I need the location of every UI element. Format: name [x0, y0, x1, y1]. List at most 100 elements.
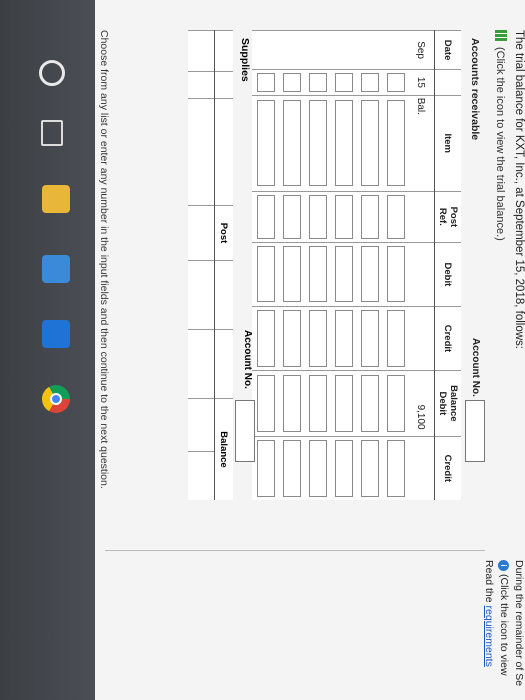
balance-debit-cell[interactable]: [278, 370, 304, 437]
item-cell[interactable]: [356, 95, 382, 192]
day-input[interactable]: [387, 73, 406, 92]
day-input[interactable]: [361, 73, 380, 92]
balance-credit-input[interactable]: [361, 440, 380, 497]
chrome-icon[interactable]: [42, 385, 70, 413]
side-info-line[interactable]: i (Click the icon to view: [498, 560, 510, 700]
task-view-icon[interactable]: [41, 120, 63, 146]
trial-balance-link[interactable]: (Click the icon to view the trial balanc…: [494, 30, 507, 241]
post-cell[interactable]: [252, 191, 278, 243]
item-cell[interactable]: [278, 95, 304, 192]
balance-debit-input[interactable]: [361, 374, 380, 433]
post-ref-input[interactable]: [283, 194, 302, 240]
item-input[interactable]: [335, 100, 354, 187]
info-icon[interactable]: i: [498, 560, 509, 571]
credit-cell[interactable]: [382, 306, 408, 371]
credit-cell[interactable]: [252, 306, 278, 371]
day-cell[interactable]: [304, 69, 330, 96]
store-icon[interactable]: [42, 255, 70, 283]
debit-input[interactable]: [361, 246, 380, 303]
balance-debit-cell[interactable]: [382, 370, 408, 437]
credit-input[interactable]: [387, 310, 406, 367]
item-cell[interactable]: [382, 95, 408, 192]
day-input[interactable]: [335, 73, 354, 92]
balance-credit-cell[interactable]: [278, 436, 304, 500]
credit-cell[interactable]: [304, 306, 330, 371]
post-cell[interactable]: [278, 191, 304, 243]
item-cell[interactable]: [330, 95, 356, 192]
credit-input[interactable]: [309, 310, 328, 367]
post-ref-input[interactable]: [335, 194, 354, 240]
credit-input[interactable]: [361, 310, 380, 367]
day-cell[interactable]: [356, 69, 382, 96]
side-info-text[interactable]: (Click the icon to view: [498, 574, 510, 676]
debit-cell[interactable]: [304, 242, 330, 307]
balance-debit-input[interactable]: [309, 374, 328, 433]
debit-cell[interactable]: [356, 242, 382, 307]
balance-debit-input[interactable]: [335, 374, 354, 433]
item-input[interactable]: [309, 100, 328, 187]
day-cell[interactable]: [382, 69, 408, 96]
balance-debit-cell[interactable]: [356, 370, 382, 437]
debit-input[interactable]: [309, 246, 328, 303]
post-ref-input[interactable]: [257, 194, 276, 240]
day-cell[interactable]: [252, 69, 278, 96]
requirements-link[interactable]: requirements: [483, 606, 495, 667]
day-cell[interactable]: [330, 69, 356, 96]
debit-cell[interactable]: [278, 242, 304, 307]
day-input[interactable]: [309, 73, 328, 92]
balance-credit-cell[interactable]: [252, 436, 278, 500]
balance-debit-cell[interactable]: [330, 370, 356, 437]
debit-input[interactable]: [387, 246, 406, 303]
debit-cell[interactable]: [382, 242, 408, 307]
credit-cell[interactable]: [356, 306, 382, 371]
post-ref-input[interactable]: [387, 194, 406, 240]
post-ref-input[interactable]: [361, 194, 380, 240]
item-input[interactable]: [361, 100, 380, 187]
mail-icon[interactable]: [42, 320, 70, 348]
credit-cell[interactable]: [278, 306, 304, 371]
file-explorer-icon[interactable]: [42, 185, 70, 213]
balance-credit-cell[interactable]: [356, 436, 382, 500]
credit-cell[interactable]: [330, 306, 356, 371]
post-cell[interactable]: [330, 191, 356, 243]
item-input[interactable]: [257, 100, 276, 187]
balance-credit-cell[interactable]: [304, 436, 330, 500]
balance-debit-input[interactable]: [257, 374, 276, 433]
balance-credit-input[interactable]: [283, 440, 302, 497]
debit-input[interactable]: [335, 246, 354, 303]
post-cell[interactable]: [304, 191, 330, 243]
day-input[interactable]: [283, 73, 302, 92]
month-cell: [188, 30, 215, 72]
post-cell[interactable]: [356, 191, 382, 243]
item-input[interactable]: [283, 100, 302, 187]
balance-debit-input[interactable]: [283, 374, 302, 433]
day-cell[interactable]: [278, 69, 304, 96]
supplies-account-no-input[interactable]: [235, 400, 255, 462]
balance-debit-input[interactable]: [387, 374, 406, 433]
balance-debit-cell[interactable]: [252, 370, 278, 437]
credit-input[interactable]: [335, 310, 354, 367]
item-input[interactable]: [387, 100, 406, 187]
balance-credit-cell[interactable]: [382, 436, 408, 500]
balance-credit-input[interactable]: [309, 440, 328, 497]
balance-credit-input[interactable]: [387, 440, 406, 497]
debit-input[interactable]: [257, 246, 276, 303]
cortana-icon[interactable]: [39, 60, 65, 86]
post-cell[interactable]: [382, 191, 408, 243]
item-cell[interactable]: [252, 95, 278, 192]
account-no-input[interactable]: [465, 400, 485, 462]
balance-debit-cell[interactable]: [304, 370, 330, 437]
balance-credit-input[interactable]: [257, 440, 276, 497]
debit-input[interactable]: [283, 246, 302, 303]
grid-icon[interactable]: [495, 30, 507, 42]
debit-cell[interactable]: [252, 242, 278, 307]
item-cell[interactable]: [304, 95, 330, 192]
credit-input[interactable]: [283, 310, 302, 367]
balance-credit-input[interactable]: [335, 440, 354, 497]
debit-cell[interactable]: [330, 242, 356, 307]
post-ref-input[interactable]: [309, 194, 328, 240]
day-input[interactable]: [257, 73, 276, 92]
trial-balance-link-text[interactable]: (Click the icon to view the trial balanc…: [494, 47, 506, 241]
balance-credit-cell[interactable]: [330, 436, 356, 500]
credit-input[interactable]: [257, 310, 276, 367]
